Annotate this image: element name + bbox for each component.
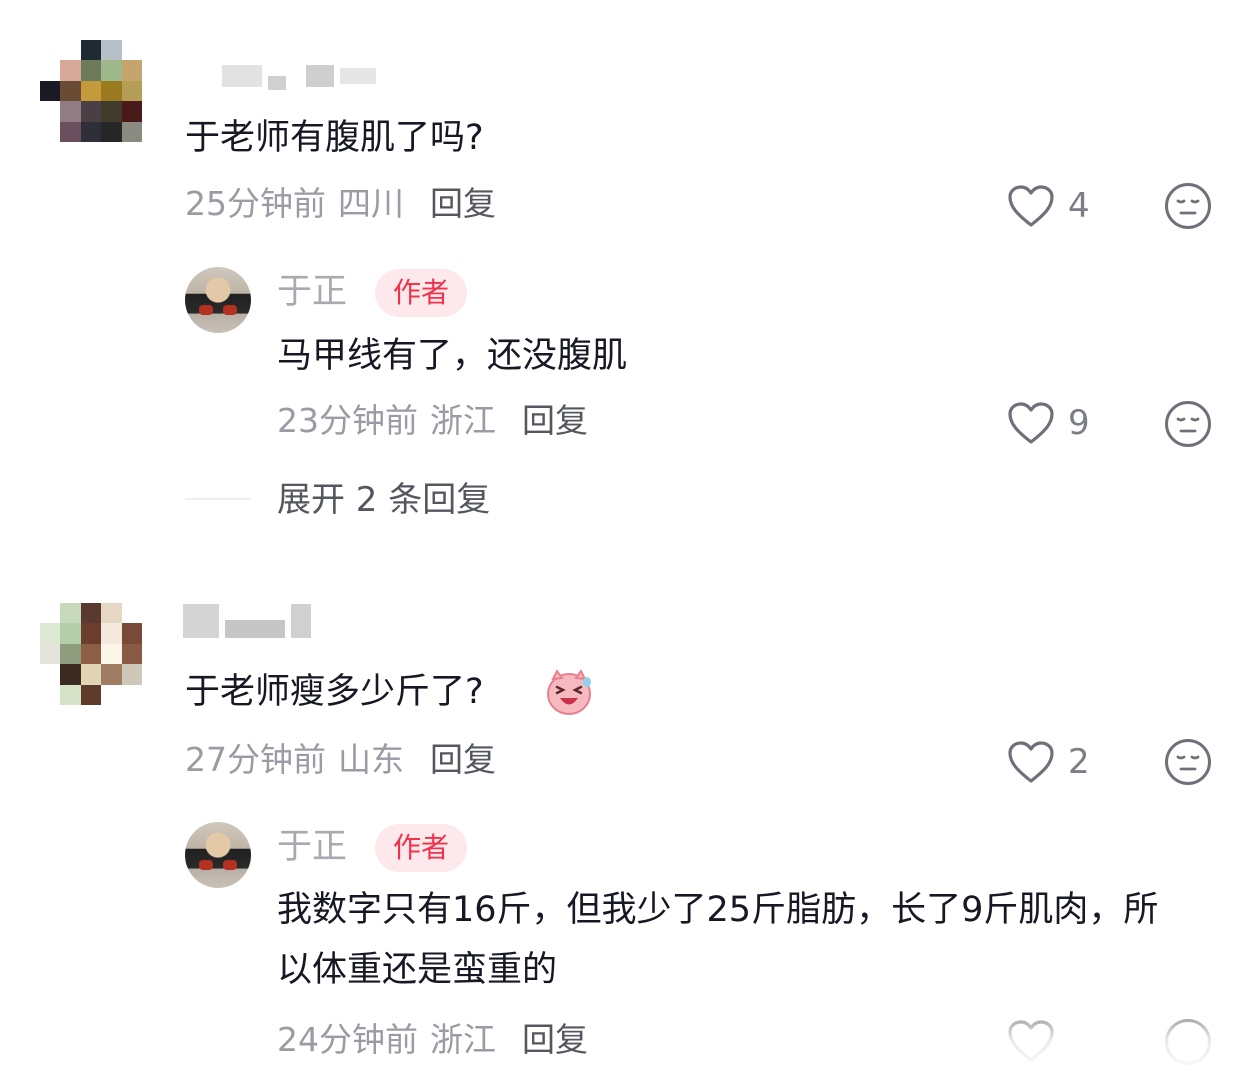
- reply-button[interactable]: 回复: [522, 1020, 588, 1059]
- author-avatar[interactable]: [185, 267, 251, 333]
- username-redacted[interactable]: [222, 62, 376, 90]
- reply-button[interactable]: 回复: [522, 401, 588, 440]
- comment-meta: 27分钟前 山东 回复: [185, 740, 496, 780]
- comment-text: 于老师有腹肌了吗?: [185, 118, 484, 158]
- reply-button[interactable]: 回复: [430, 740, 496, 779]
- author-badge: 作者: [375, 824, 467, 872]
- author-name[interactable]: 于正: [277, 270, 347, 314]
- comment-location: 山东: [338, 740, 404, 779]
- like-button[interactable]: 9: [1006, 400, 1090, 446]
- heart-outline-icon: [1008, 185, 1054, 227]
- username-redacted[interactable]: [183, 604, 311, 638]
- avatar[interactable]: [40, 603, 142, 705]
- neutral-face-icon[interactable]: [1164, 182, 1212, 230]
- comment-text: 于老师瘦多少斤了?: [185, 672, 484, 712]
- comment-location: 四川: [338, 184, 404, 223]
- like-count: 9: [1068, 403, 1090, 443]
- like-button[interactable]: 2: [1006, 739, 1090, 785]
- comment-time: 25分钟前: [185, 184, 326, 223]
- author-name[interactable]: 于正: [277, 825, 347, 869]
- expand-replies-button[interactable]: 展开 2 条回复: [277, 478, 490, 522]
- like-button[interactable]: 4: [1006, 183, 1090, 229]
- reply-location: 浙江: [430, 401, 496, 440]
- author-avatar[interactable]: [185, 822, 251, 888]
- comment-time: 27分钟前: [185, 740, 326, 779]
- reply-time: 24分钟前: [277, 1020, 418, 1059]
- like-count: 4: [1068, 186, 1090, 226]
- reply-button[interactable]: 回复: [430, 184, 496, 223]
- heart-outline-icon: [1008, 402, 1054, 444]
- reply-meta: 24分钟前 浙江 回复: [277, 1020, 588, 1060]
- watermark-fade: [990, 1000, 1259, 1080]
- reply-meta: 23分钟前 浙江 回复: [277, 401, 588, 441]
- heart-outline-icon: [1008, 741, 1054, 783]
- neutral-face-icon[interactable]: [1164, 738, 1212, 786]
- like-count: 2: [1068, 742, 1090, 782]
- comment-meta: 25分钟前 四川 回复: [185, 184, 496, 224]
- neutral-face-icon[interactable]: [1164, 400, 1212, 448]
- avatar[interactable]: [40, 40, 142, 142]
- laughing-pig-sticker: [547, 669, 591, 715]
- author-badge: 作者: [375, 269, 467, 317]
- reply-text: 马甲线有了，还没腹肌: [277, 336, 628, 376]
- reply-text: 我数字只有16斤，但我少了25斤脂肪，长了9斤肌肉，所以体重还是蛮重的: [277, 890, 1159, 990]
- reply-location: 浙江: [430, 1020, 496, 1059]
- expand-divider: [185, 498, 251, 500]
- reply-time: 23分钟前: [277, 401, 418, 440]
